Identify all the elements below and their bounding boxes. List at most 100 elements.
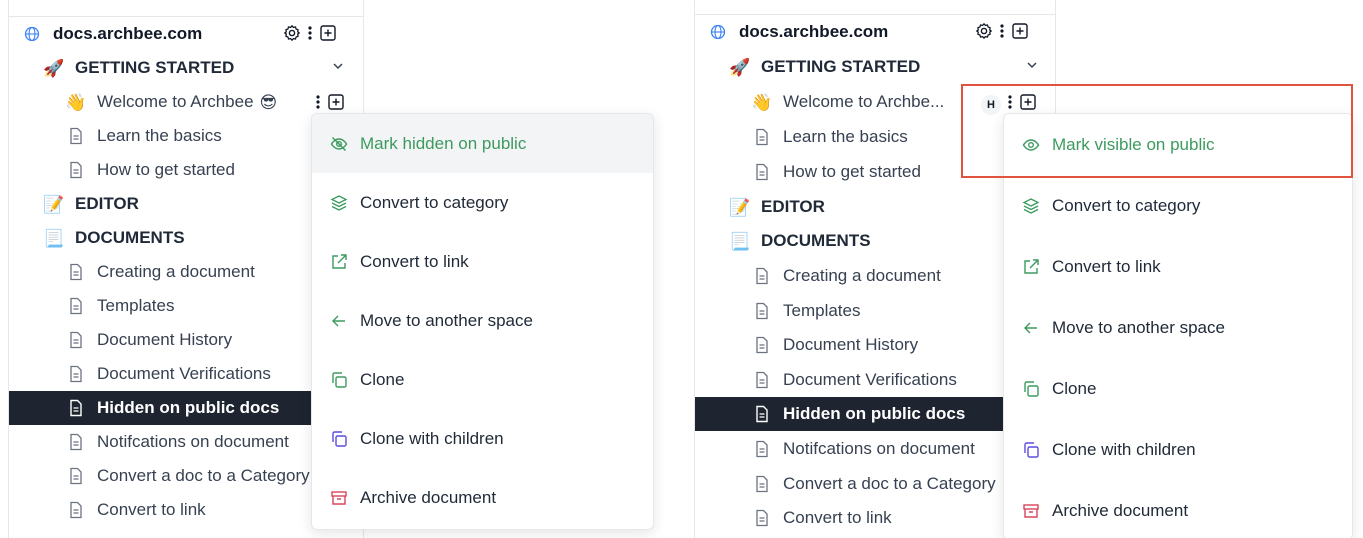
tree-item-label: Document Verifications xyxy=(783,370,957,389)
section-label: GETTING STARTED xyxy=(761,57,921,76)
tree-item-convert-link[interactable]: Convert to link xyxy=(695,501,1055,535)
copy-icon xyxy=(1022,380,1040,398)
menu-item-label: Clone xyxy=(1052,378,1097,398)
document-icon xyxy=(753,127,771,147)
tree-item-convert-category[interactable]: Convert a doc to a Category xyxy=(695,467,1055,501)
tree-item-hidden-selected[interactable]: Hidden on public docs xyxy=(9,391,363,425)
menu-item-clone[interactable]: Clone xyxy=(1004,358,1352,419)
menu-item-clone-children[interactable]: Clone with children xyxy=(312,409,653,468)
tree-item-label: Learn the basics xyxy=(97,126,222,145)
menu-item-label: Move to another space xyxy=(1052,317,1225,337)
section-editor[interactable]: 📝 EDITOR xyxy=(695,190,1055,224)
tree-item-label: Convert to link xyxy=(783,508,892,527)
menu-item-mark-hidden[interactable]: Mark hidden on public xyxy=(312,114,653,173)
section-getting-started[interactable]: 🚀 GETTING STARTED xyxy=(9,51,363,85)
tree-item-notifications[interactable]: Notifcations on document xyxy=(9,425,363,459)
menu-item-move[interactable]: Move to another space xyxy=(1004,297,1352,358)
chevron-down-icon[interactable] xyxy=(331,59,345,77)
chevron-down-icon[interactable] xyxy=(1025,58,1039,76)
document-icon xyxy=(67,398,85,418)
menu-item-move[interactable]: Move to another space xyxy=(312,291,653,350)
copy-icon xyxy=(1022,441,1040,459)
document-icon xyxy=(753,370,771,390)
menu-item-convert-link[interactable]: Convert to link xyxy=(312,232,653,291)
menu-item-archive[interactable]: Archive document xyxy=(1004,480,1352,538)
context-menu: Mark hidden on public Convert to categor… xyxy=(311,113,654,530)
arrow-left-icon xyxy=(1022,319,1040,337)
menu-item-label: Mark hidden on public xyxy=(360,133,527,153)
tree-item-label: Document Verifications xyxy=(97,364,271,383)
page-icon: 📃 xyxy=(729,231,751,251)
space-actions xyxy=(975,22,1029,45)
tree-item-history[interactable]: Document History xyxy=(695,328,1055,362)
layers-icon xyxy=(1022,197,1040,215)
document-icon xyxy=(67,126,85,146)
tree-item-convert-category[interactable]: Convert a doc to a Category xyxy=(9,459,363,493)
layers-icon xyxy=(330,194,348,212)
tree-item-learn[interactable]: Learn the basics xyxy=(9,119,363,153)
memo-icon: 📝 xyxy=(729,197,751,217)
space-actions xyxy=(283,24,337,47)
tree-item-creating[interactable]: Creating a document xyxy=(9,255,363,289)
section-documents[interactable]: 📃 DOCUMENTS xyxy=(9,221,363,255)
tree-item-how[interactable]: How to get started xyxy=(9,153,363,187)
tree-item-welcome[interactable]: 👋 Welcome to Archbee 😎 xyxy=(9,85,363,119)
tree-item-label: Convert to link xyxy=(97,500,206,519)
tree-item-verifications[interactable]: Document Verifications xyxy=(9,357,363,391)
tree-item-convert-link[interactable]: Convert to link xyxy=(9,493,363,527)
gear-icon[interactable] xyxy=(283,24,301,47)
add-square-icon[interactable] xyxy=(319,24,337,47)
arrow-left-icon xyxy=(330,312,348,330)
section-documents[interactable]: 📃 DOCUMENTS xyxy=(695,224,1055,258)
document-icon xyxy=(753,439,771,459)
add-square-icon[interactable] xyxy=(1011,22,1029,45)
document-icon xyxy=(67,432,85,452)
section-editor[interactable]: 📝 EDITOR xyxy=(9,187,363,221)
section-label: EDITOR xyxy=(75,194,139,213)
tree-item-label: Creating a document xyxy=(783,266,941,285)
tree-item-notifications[interactable]: Notifcations on document xyxy=(695,432,1055,466)
space-title: docs.archbee.com xyxy=(739,22,889,41)
menu-item-convert-link[interactable]: Convert to link xyxy=(1004,236,1352,297)
document-icon xyxy=(753,404,771,424)
menu-item-convert-category[interactable]: Convert to category xyxy=(312,173,653,232)
document-icon xyxy=(753,474,771,494)
tree-item-label: Notifcations on document xyxy=(783,439,975,458)
tree-item-history[interactable]: Document History xyxy=(9,323,363,357)
menu-item-archive[interactable]: Archive document xyxy=(312,468,653,527)
more-vertical-icon[interactable] xyxy=(999,22,1005,45)
tree-item-templates[interactable]: Templates xyxy=(9,289,363,323)
globe-icon xyxy=(23,24,41,44)
space-title: docs.archbee.com xyxy=(53,24,203,43)
menu-item-clone-children[interactable]: Clone with children xyxy=(1004,419,1352,480)
external-link-icon xyxy=(330,253,348,271)
menu-item-label: Archive document xyxy=(360,487,497,507)
tree-item-hidden-selected[interactable]: Hidden on public docs xyxy=(695,397,1055,431)
document-icon xyxy=(67,466,85,486)
menu-item-convert-category[interactable]: Convert to category xyxy=(1004,175,1352,236)
tree-item-verifications[interactable]: Document Verifications xyxy=(695,363,1055,397)
gear-icon[interactable] xyxy=(975,22,993,45)
tree-item-label: Templates xyxy=(97,296,175,315)
tree-item-creating[interactable]: Creating a document xyxy=(695,259,1055,293)
more-vertical-icon[interactable] xyxy=(307,24,313,47)
section-getting-started[interactable]: 🚀 GETTING STARTED xyxy=(695,50,1055,84)
tree-item-label: How to get started xyxy=(97,160,235,179)
menu-item-label: Clone xyxy=(360,369,405,389)
document-icon xyxy=(67,262,85,282)
document-icon xyxy=(67,296,85,316)
copy-icon xyxy=(330,430,348,448)
right-screenshot-panel: docs.archbee.com 🚀 GETTING STARTED 👋 Wel… xyxy=(691,0,1363,538)
document-icon xyxy=(67,364,85,384)
sidebar: docs.archbee.com 🚀 GETTING STARTED 👋 Wel… xyxy=(694,0,1056,538)
menu-item-label: Move to another space xyxy=(360,310,533,330)
tree-item-label: Welcome to Archbee xyxy=(97,92,254,111)
menu-item-label: Clone with children xyxy=(360,428,504,448)
menu-item-clone[interactable]: Clone xyxy=(312,350,653,409)
document-icon xyxy=(753,335,771,355)
sunglasses-emoji-icon: 😎 xyxy=(259,92,278,112)
menu-item-label: Convert to category xyxy=(360,192,509,212)
rocket-icon: 🚀 xyxy=(729,57,751,77)
document-icon xyxy=(753,162,771,182)
tree-item-templates[interactable]: Templates xyxy=(695,294,1055,328)
